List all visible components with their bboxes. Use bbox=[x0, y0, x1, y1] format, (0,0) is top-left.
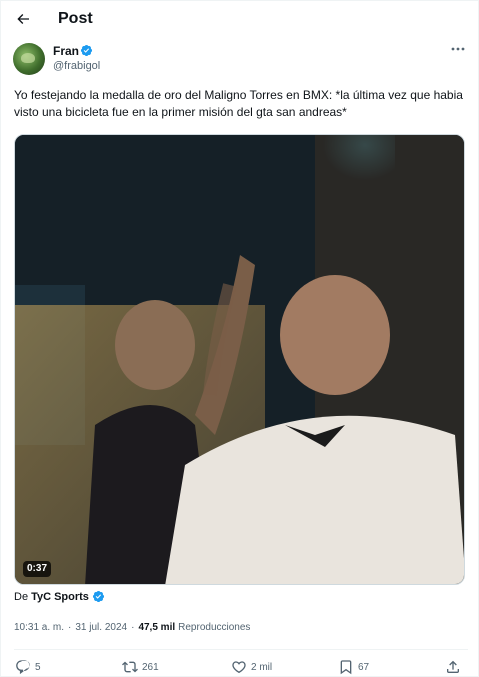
repost-icon bbox=[122, 661, 138, 673]
more-options-button[interactable] bbox=[449, 42, 467, 56]
bookmark-count: 67 bbox=[358, 661, 370, 673]
reply-icon bbox=[16, 660, 30, 675]
source-prefix: De bbox=[14, 590, 29, 603]
arrow-left-icon bbox=[17, 14, 29, 24]
avatar[interactable] bbox=[13, 43, 45, 75]
share-icon bbox=[447, 660, 459, 673]
like-count: 2 mil bbox=[251, 661, 273, 673]
repost-button[interactable]: 261 bbox=[122, 656, 159, 677]
bookmark-button[interactable]: 67 bbox=[338, 656, 369, 677]
page-title: Post bbox=[58, 10, 93, 27]
post-page: Post Fran @frabigol Yo festejando la med… bbox=[0, 0, 479, 677]
tweet-text: Yo festejando la medalla de oro del Mali… bbox=[14, 88, 463, 119]
like-button[interactable]: 2 mil bbox=[231, 656, 272, 677]
repost-count: 261 bbox=[142, 661, 159, 673]
divider bbox=[14, 649, 468, 650]
author-name[interactable]: Fran bbox=[53, 44, 79, 58]
back-button[interactable] bbox=[11, 8, 35, 30]
video-duration: 0:37 bbox=[23, 561, 52, 577]
tweet-meta: 10:31 a. m. · 31 jul. 2024 · 47,5 mil Re… bbox=[14, 622, 250, 633]
heart-icon bbox=[232, 661, 246, 674]
post-date[interactable]: 31 jul. 2024 bbox=[75, 622, 127, 633]
video-frame bbox=[15, 135, 464, 584]
views-label: Reproducciones bbox=[178, 622, 251, 633]
action-bar: 5 261 2 mil 67 bbox=[1, 656, 479, 677]
meta-separator: · bbox=[68, 622, 72, 633]
video-player[interactable]: 0:37 bbox=[14, 134, 465, 585]
post-header: Post bbox=[1, 1, 479, 39]
media-source: De TyC Sports bbox=[14, 590, 105, 603]
bookmark-icon bbox=[340, 660, 352, 675]
author-handle[interactable]: @frabigol bbox=[53, 60, 100, 72]
views-count: 47,5 mil bbox=[138, 622, 176, 633]
source-name-link[interactable]: TyC Sports bbox=[31, 591, 89, 603]
reply-button[interactable]: 5 bbox=[15, 656, 41, 677]
more-horizontal-icon bbox=[451, 47, 465, 51]
meta-separator: · bbox=[131, 622, 135, 633]
reply-count: 5 bbox=[35, 661, 41, 673]
share-button[interactable] bbox=[445, 656, 461, 677]
verified-badge-icon bbox=[92, 590, 104, 603]
post-time[interactable]: 10:31 a. m. bbox=[14, 622, 64, 633]
verified-badge-icon bbox=[80, 44, 93, 57]
